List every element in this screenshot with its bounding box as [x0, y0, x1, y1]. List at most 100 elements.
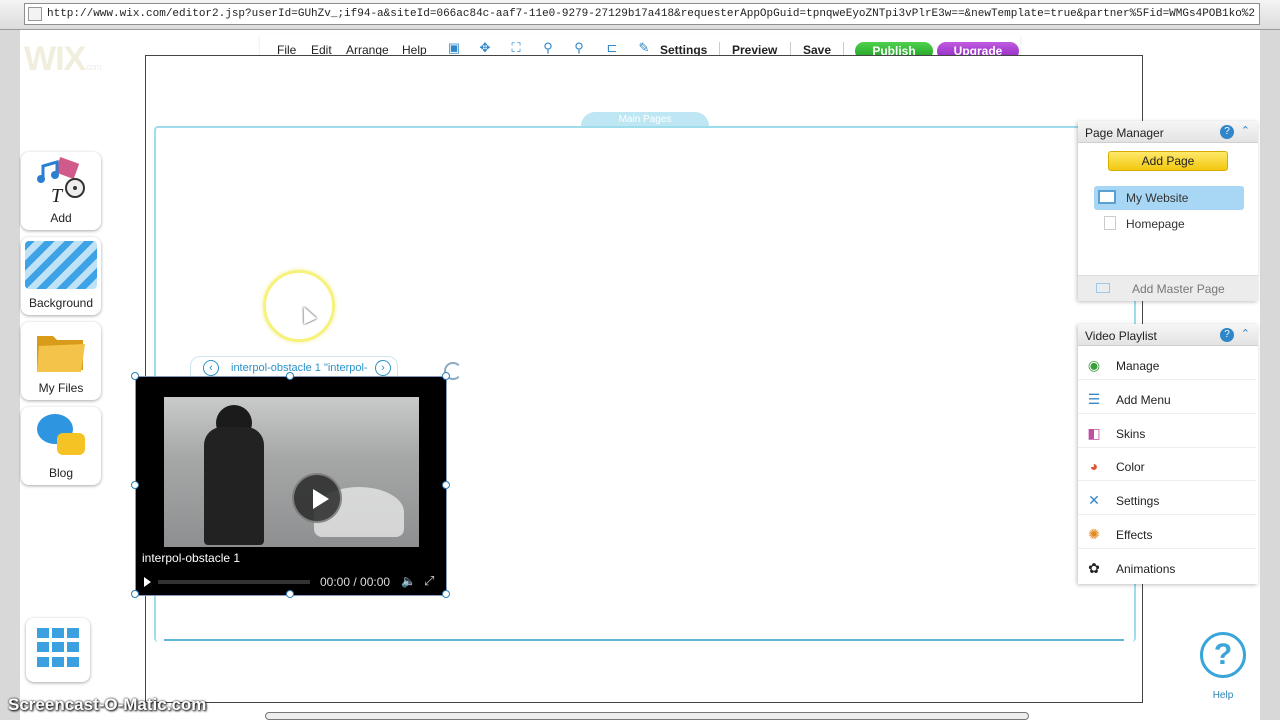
help-label[interactable]: Help: [1200, 690, 1246, 701]
video-playlist-title: Video Playlist: [1085, 329, 1157, 343]
video-title: interpol-obstacle 1: [142, 551, 241, 565]
background-stripes-icon: [25, 241, 97, 289]
playlist-item-label: Color: [1116, 460, 1145, 474]
fullscreen-icon[interactable]: ⤢: [424, 573, 434, 589]
add-page-button[interactable]: Add Page: [1108, 151, 1228, 171]
folder-icon: [37, 336, 85, 372]
ruler-icon[interactable]: ⊏: [604, 41, 620, 55]
sidebar-my-files-button[interactable]: My Files: [21, 322, 101, 400]
volume-icon[interactable]: 🔈: [401, 574, 416, 588]
resize-handle[interactable]: [131, 372, 139, 380]
sidebar-add-button[interactable]: T Add: [21, 152, 101, 230]
playlist-item-settings[interactable]: ✕ Settings: [1078, 485, 1256, 515]
cursor-highlight-ring: [263, 270, 335, 342]
skins-icon: ◧: [1087, 425, 1101, 441]
svg-text:T: T: [51, 185, 64, 206]
play-icon[interactable]: [144, 577, 151, 587]
sidebar-item-label: Add: [50, 211, 72, 225]
help-icon[interactable]: ?: [1220, 328, 1234, 342]
resize-handle[interactable]: [442, 372, 450, 380]
browser-address-bar: http://www.wix.com/editor2.jsp?userId=GU…: [0, 0, 1280, 30]
resize-handle[interactable]: [131, 481, 139, 489]
page-manager-title: Page Manager: [1085, 126, 1164, 140]
thumbnail-figure: [204, 427, 264, 545]
resize-handle[interactable]: [442, 590, 450, 598]
next-video-icon[interactable]: ›: [375, 360, 391, 376]
chat-bubbles-icon: [37, 414, 85, 455]
sidebar-background-button[interactable]: Background: [21, 237, 101, 315]
page-manager-header: Page Manager ? ⌃: [1078, 121, 1258, 143]
animations-icon: ✿: [1088, 560, 1100, 576]
playlist-item-label: Add Menu: [1116, 393, 1171, 407]
settings-tools-icon: ✕: [1088, 492, 1100, 508]
wix-editor: WIX.com File Edit Arrange Help ▣ ✥ ⛶ ⚲ ⚲…: [20, 30, 1260, 720]
master-page-icon: [1096, 283, 1110, 293]
url-input[interactable]: http://www.wix.com/editor2.jsp?userId=GU…: [24, 3, 1260, 25]
comment-icon[interactable]: ▣: [446, 41, 462, 55]
logo-text: WIX: [24, 40, 86, 78]
page-item-homepage[interactable]: Homepage: [1094, 212, 1244, 236]
page-icon: [1098, 190, 1116, 204]
video-title-tab: ‹ interpol-obstacle 1 "interpol- ›: [190, 356, 398, 378]
playlist-item-label: Settings: [1116, 494, 1160, 508]
collapse-chevron-icon[interactable]: ⌃: [1241, 327, 1250, 340]
playlist-item-manage[interactable]: ◉ Manage: [1078, 350, 1256, 380]
resize-handle[interactable]: [442, 481, 450, 489]
zoom-out-icon[interactable]: ⚲: [540, 41, 556, 55]
resize-handle[interactable]: [286, 590, 294, 598]
playlist-item-skins[interactable]: ◧ Skins: [1078, 418, 1256, 448]
playlist-item-label: Animations: [1116, 562, 1176, 576]
resize-handle[interactable]: [131, 590, 139, 598]
window-frame-left: [0, 30, 20, 720]
previous-video-icon[interactable]: ‹: [203, 360, 219, 376]
url-text: http://www.wix.com/editor2.jsp?userId=GU…: [47, 8, 1255, 20]
settings-icon[interactable]: ✎: [636, 41, 652, 55]
seek-bar[interactable]: [158, 580, 310, 584]
horizontal-scrollbar[interactable]: [265, 712, 1029, 720]
video-player[interactable]: interpol-obstacle 1 00:00 / 00:00 🔈 ⤢: [135, 376, 447, 596]
help-icon[interactable]: ?: [1220, 125, 1234, 139]
resize-handle[interactable]: [286, 372, 294, 380]
add-master-page-button[interactable]: Add Master Page: [1078, 275, 1258, 301]
grid-icon: [37, 628, 79, 668]
app-market-button[interactable]: [26, 618, 90, 682]
playlist-item-label: Manage: [1116, 359, 1160, 373]
playlist-item-label: Skins: [1116, 427, 1146, 441]
video-thumbnail: [164, 397, 419, 547]
page-label: Homepage: [1126, 217, 1185, 231]
add-master-page-label: Add Master Page: [1132, 282, 1225, 296]
window-frame-right: [1260, 30, 1280, 720]
move-icon[interactable]: ✥: [477, 41, 493, 55]
playlist-item-animations[interactable]: ✿ Animations: [1078, 553, 1256, 583]
logo-suffix: .com: [85, 62, 101, 72]
add-media-icon: T: [37, 157, 85, 206]
collapse-chevron-icon[interactable]: ⌃: [1241, 124, 1250, 137]
menu-list-icon: ☰: [1087, 391, 1101, 407]
sidebar-blog-button[interactable]: Blog: [21, 407, 101, 485]
fit-icon[interactable]: ⛶: [508, 41, 524, 55]
page-item-my-website[interactable]: My Website: [1094, 186, 1244, 210]
video-playlist-panel: Video Playlist ? ⌃ ◉ Manage ☰ Add Menu ◧…: [1078, 324, 1258, 584]
playlist-item-label: Effects: [1116, 528, 1153, 542]
add-page-label: Add Page: [1141, 154, 1195, 168]
wix-logo: WIX.com: [24, 40, 102, 79]
recording-watermark: Screencast-O-Matic.com: [8, 695, 207, 714]
playlist-item-add-menu[interactable]: ☰ Add Menu: [1078, 384, 1256, 414]
manage-icon: ◉: [1087, 357, 1101, 373]
video-tab-title: interpol-obstacle 1 "interpol-: [231, 362, 368, 374]
help-icon[interactable]: ?: [1200, 632, 1246, 678]
playlist-item-color[interactable]: ◕ Color: [1078, 451, 1256, 481]
color-palette-icon: ◕: [1089, 458, 1099, 474]
sidebar-item-label: My Files: [38, 381, 84, 395]
video-playlist-header: Video Playlist ? ⌃: [1078, 324, 1258, 346]
page-label: My Website: [1126, 191, 1189, 205]
page-footer-line: [164, 639, 1124, 641]
zoom-in-icon[interactable]: ⚲: [571, 41, 587, 55]
video-time: 00:00 / 00:00: [320, 575, 391, 589]
play-button[interactable]: [292, 473, 342, 523]
page-icon: [1104, 216, 1116, 230]
sidebar-item-label: Blog: [48, 466, 74, 480]
sidebar-item-label: Background: [28, 296, 94, 310]
page-manager-panel: Page Manager ? ⌃ Add Page My Website Hom…: [1078, 121, 1258, 301]
playlist-item-effects[interactable]: ✺ Effects: [1078, 519, 1256, 549]
